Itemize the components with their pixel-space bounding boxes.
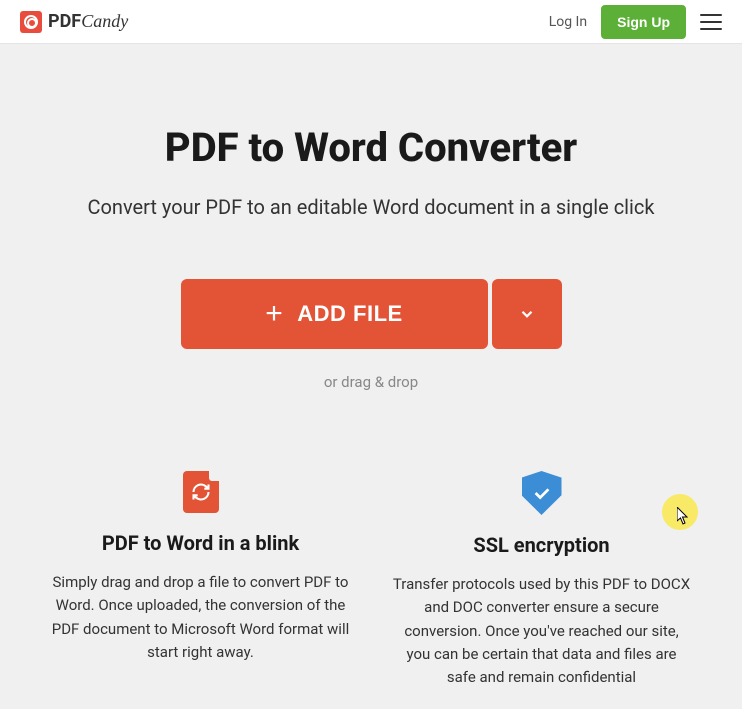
refresh-document-icon [183,471,219,513]
logo-icon [20,11,42,33]
feature-title: PDF to Word in a blink [50,531,351,555]
feature-ssl: SSL encryption Transfer protocols used b… [391,471,692,689]
logo-text: PDFCandy [48,11,128,32]
hero: PDF to Word Converter Convert your PDF t… [0,44,742,431]
feature-description: Simply drag and drop a file to convert P… [50,571,351,664]
drag-drop-hint: or drag & drop [30,373,712,391]
features-section: PDF to Word in a blink Simply drag and d… [0,431,742,709]
page-title: PDF to Word Converter [30,124,712,171]
logo[interactable]: PDFCandy [20,11,128,33]
header-actions: Log In Sign Up [549,5,722,39]
feature-description: Transfer protocols used by this PDF to D… [391,573,692,689]
cursor-highlight [662,494,698,530]
menu-icon[interactable] [700,14,722,30]
upload-controls: + ADD FILE [30,279,712,349]
add-file-label: ADD FILE [297,301,402,327]
signup-button[interactable]: Sign Up [601,5,686,39]
page-subtitle: Convert your PDF to an editable Word doc… [30,195,712,219]
login-link[interactable]: Log In [549,14,587,30]
add-file-button[interactable]: + ADD FILE [181,279,488,349]
feature-pdf-to-word: PDF to Word in a blink Simply drag and d… [50,471,351,689]
header: PDFCandy Log In Sign Up [0,0,742,44]
shield-check-icon [522,471,562,515]
add-file-dropdown-button[interactable] [492,279,562,349]
feature-title: SSL encryption [391,533,692,557]
chevron-down-icon [518,305,536,323]
plus-icon: + [265,299,283,329]
